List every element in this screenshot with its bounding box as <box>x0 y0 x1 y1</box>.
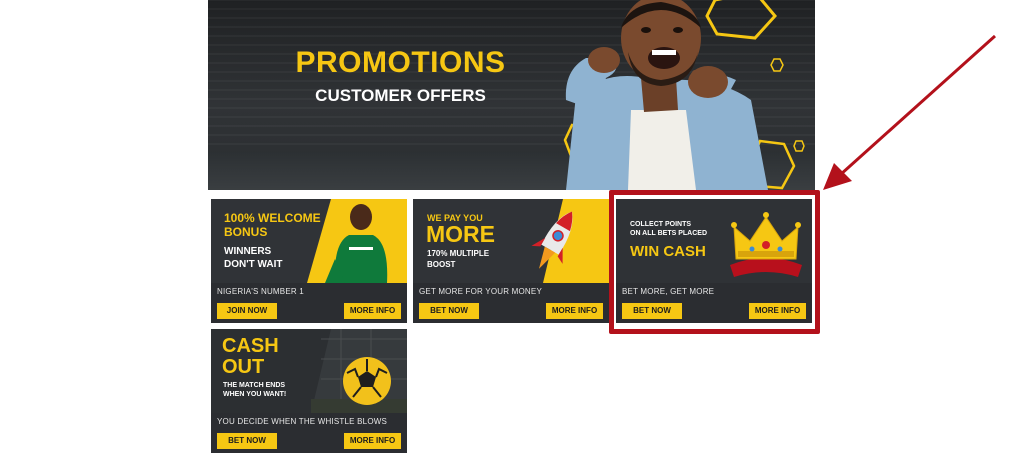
highlight-box <box>609 190 820 334</box>
card-big-headline: CASH <box>222 335 279 357</box>
more-info-button[interactable]: MORE INFO <box>344 303 401 319</box>
card-subline: WINNERS <box>224 246 272 257</box>
hero-person-image <box>565 0 768 190</box>
promotions-page: PROMOTIONS CUSTOMER OFFERS 100% WELCOME … <box>0 0 1024 457</box>
bet-now-button[interactable]: BET NOW <box>419 303 479 319</box>
card-subline: THE MATCH ENDS <box>223 382 286 389</box>
promotions-hero-banner: PROMOTIONS CUSTOMER OFFERS <box>208 0 815 190</box>
more-info-button[interactable]: MORE INFO <box>344 433 401 449</box>
hexagon-outline-icon <box>793 140 805 152</box>
card-headline: 100% WELCOME <box>224 211 321 225</box>
hero-subtitle: CUSTOMER OFFERS <box>315 86 486 105</box>
promo-card-art: 100% WELCOME BONUS WINNERS DON'T WAIT <box>211 199 407 283</box>
card-headline: BONUS <box>224 225 268 239</box>
card-tagline: YOU DECIDE WHEN THE WHISTLE BLOWS <box>217 417 388 426</box>
promo-card-welcome-bonus: 100% WELCOME BONUS WINNERS DON'T WAIT NI… <box>211 199 407 323</box>
promo-card-cash-out: CASH OUT THE MATCH ENDS WHEN YOU WANT! Y… <box>211 329 407 453</box>
promo-card-multiple-boost: WE PAY YOU MORE 170% MULTIPLE BOOST GET … <box>413 199 609 323</box>
bet-now-button[interactable]: BET NOW <box>217 433 277 449</box>
rocket-icon <box>531 211 573 269</box>
promo-card-art: WE PAY YOU MORE 170% MULTIPLE BOOST <box>413 199 609 283</box>
card-big-headline: MORE <box>426 221 495 247</box>
join-now-button[interactable]: JOIN NOW <box>217 303 277 319</box>
more-info-button[interactable]: MORE INFO <box>546 303 603 319</box>
card-subline: DON'T WAIT <box>224 259 283 270</box>
card-tagline: GET MORE FOR YOUR MONEY <box>419 287 542 296</box>
hero-title: PROMOTIONS <box>295 46 506 79</box>
card-subline: BOOST <box>427 260 456 269</box>
card-subline: 170% MULTIPLE <box>427 249 490 258</box>
card-tagline: NIGERIA'S NUMBER 1 <box>217 287 304 296</box>
card-subline: WHEN YOU WANT! <box>223 391 287 398</box>
promo-card-art: CASH OUT THE MATCH ENDS WHEN YOU WANT! <box>211 329 407 413</box>
football-icon <box>343 357 391 405</box>
card-big-headline: OUT <box>222 356 265 378</box>
